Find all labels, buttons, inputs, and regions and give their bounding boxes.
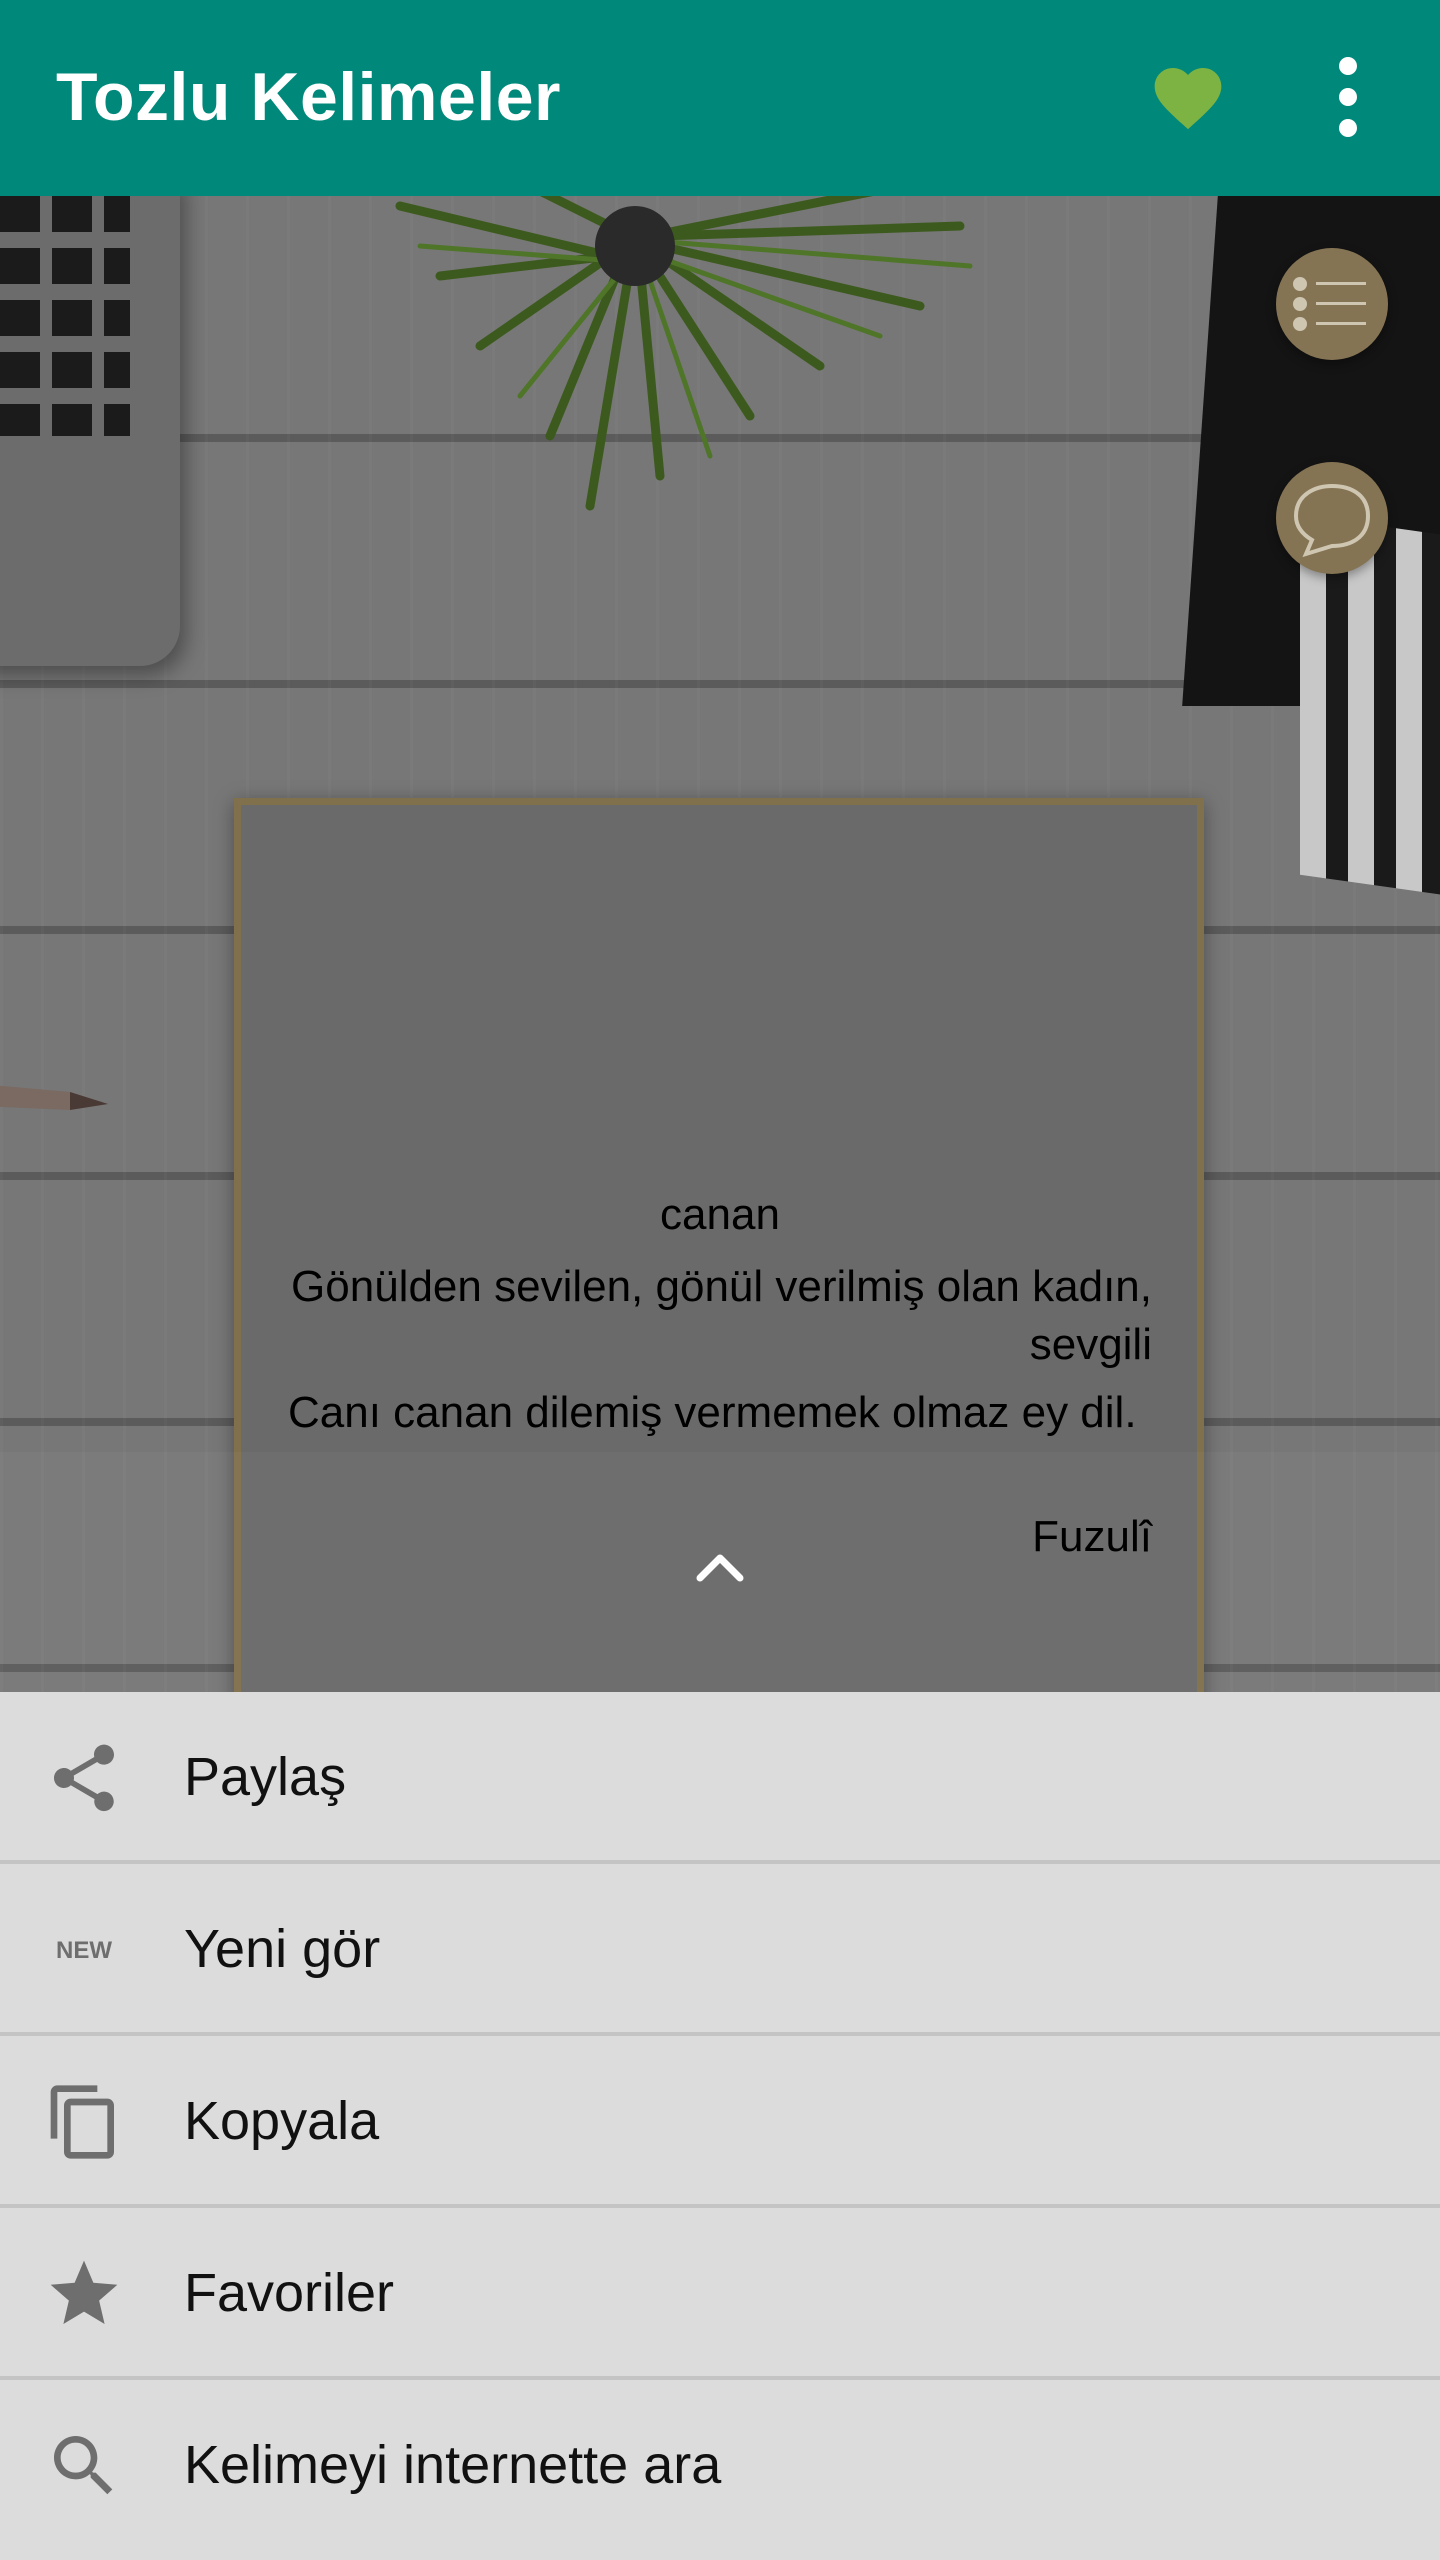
share-icon	[54, 1744, 114, 1812]
menu-item-label: Yeni gör	[184, 1919, 381, 1979]
list-icon	[1293, 277, 1366, 331]
svg-text:NEW: NEW	[56, 1937, 112, 1964]
chat-button[interactable]	[1276, 462, 1388, 574]
example-sentence: Canı canan dilemiş vermemek olmaz ey dil…	[288, 1388, 1137, 1437]
word-title: canan	[660, 1190, 780, 1239]
bottom-sheet-menu: Paylaş NEW Yeni gör Kopyala Favoriler Ke…	[0, 1692, 1440, 2560]
copy-icon	[50, 2085, 114, 2159]
menu-item-share[interactable]: Paylaş	[0, 1692, 1440, 1864]
search-icon	[54, 2436, 113, 2495]
menu-item-copy[interactable]: Kopyala	[0, 2036, 1440, 2208]
app-title: Tozlu Kelimeler	[56, 59, 562, 135]
list-button[interactable]	[1276, 248, 1388, 360]
menu-item-label: Kelimeyi internette ara	[184, 2435, 722, 2495]
chevron-up-icon[interactable]	[694, 1546, 746, 1586]
menu-item-label: Paylaş	[184, 1747, 347, 1807]
heart-icon[interactable]	[1148, 58, 1228, 138]
plant-image	[395, 171, 973, 511]
laptop-image	[0, 176, 180, 666]
menu-item-label: Favoriler	[184, 2263, 395, 2323]
menu-item-label: Kopyala	[184, 2091, 380, 2151]
pen-image	[0, 1085, 108, 1110]
star-icon	[50, 2260, 118, 2324]
chat-bubble-icon	[1293, 483, 1371, 558]
app-bar: Tozlu Kelimeler	[0, 0, 1440, 196]
menu-item-new[interactable]: NEW Yeni gör	[0, 1864, 1440, 2036]
new-icon: NEW	[56, 1937, 112, 1964]
more-vert-icon[interactable]	[1318, 52, 1378, 142]
menu-item-search-web[interactable]: Kelimeyi internette ara	[0, 2380, 1440, 2560]
menu-item-favorites[interactable]: Favoriler	[0, 2208, 1440, 2380]
word-meaning: Gönülden sevilen, gönül verilmiş olan ka…	[291, 1262, 1152, 1369]
laptop-keyboard	[0, 196, 130, 436]
